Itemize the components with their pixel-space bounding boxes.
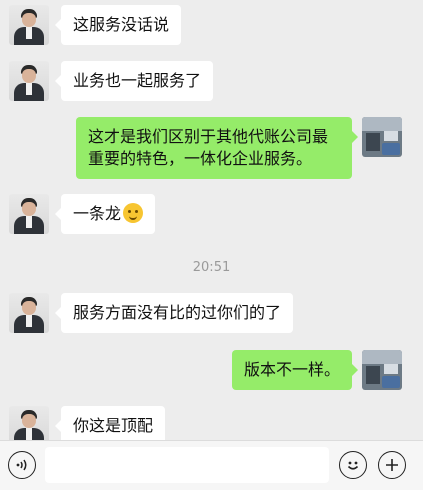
emoji-icon[interactable] xyxy=(339,451,367,479)
message-bubble-received[interactable]: 你这是顶配 xyxy=(54,406,166,440)
message-bubble-received[interactable]: 一条龙 xyxy=(54,194,156,234)
message-text: 你这是顶配 xyxy=(73,416,154,435)
message-bubble-received[interactable]: 服务方面没有比的过你们的了 xyxy=(54,293,294,333)
message-text: 这服务没话说 xyxy=(73,15,170,34)
avatar[interactable] xyxy=(9,194,49,234)
plus-icon[interactable] xyxy=(378,451,406,479)
avatar-self[interactable] xyxy=(362,350,402,390)
message-bubble-received[interactable]: 业务也一起服务了 xyxy=(54,61,214,101)
avatar[interactable] xyxy=(9,61,49,101)
message-bubble-received[interactable]: 这服务没话说 xyxy=(54,5,182,45)
message-text: 一条龙 xyxy=(73,204,122,223)
thinking-face-emoji-icon xyxy=(123,203,144,223)
message-text: 版本不一样。 xyxy=(244,360,341,379)
avatar[interactable] xyxy=(9,293,49,333)
message-text: 业务也一起服务了 xyxy=(73,71,202,90)
plus-sign-icon xyxy=(386,459,398,471)
message-text-line: 这才是我们区别于其他代账公司最 xyxy=(88,127,329,146)
message-bubble-sent[interactable]: 这才是我们区别于其他代账公司最 重要的特色，一体化企业服务。 xyxy=(76,117,358,179)
chat-area: 这服务没话说 业务也一起服务了 这才是我们区别于其他代账公司最 重要的特色，一体… xyxy=(0,0,423,440)
message-text: 服务方面没有比的过你们的了 xyxy=(73,303,282,322)
message-bubble-sent[interactable]: 版本不一样。 xyxy=(232,350,359,390)
avatar[interactable] xyxy=(9,406,49,440)
voice-wave-icon xyxy=(16,459,27,471)
avatar-self[interactable] xyxy=(362,117,402,157)
smiley-face-icon xyxy=(347,461,359,470)
message-text-line: 重要的特色，一体化企业服务。 xyxy=(88,149,313,168)
input-bar xyxy=(0,440,423,490)
timestamp: 20:51 xyxy=(192,260,231,275)
voice-icon[interactable] xyxy=(8,451,36,479)
avatar[interactable] xyxy=(9,5,49,45)
message-input[interactable] xyxy=(45,447,329,483)
